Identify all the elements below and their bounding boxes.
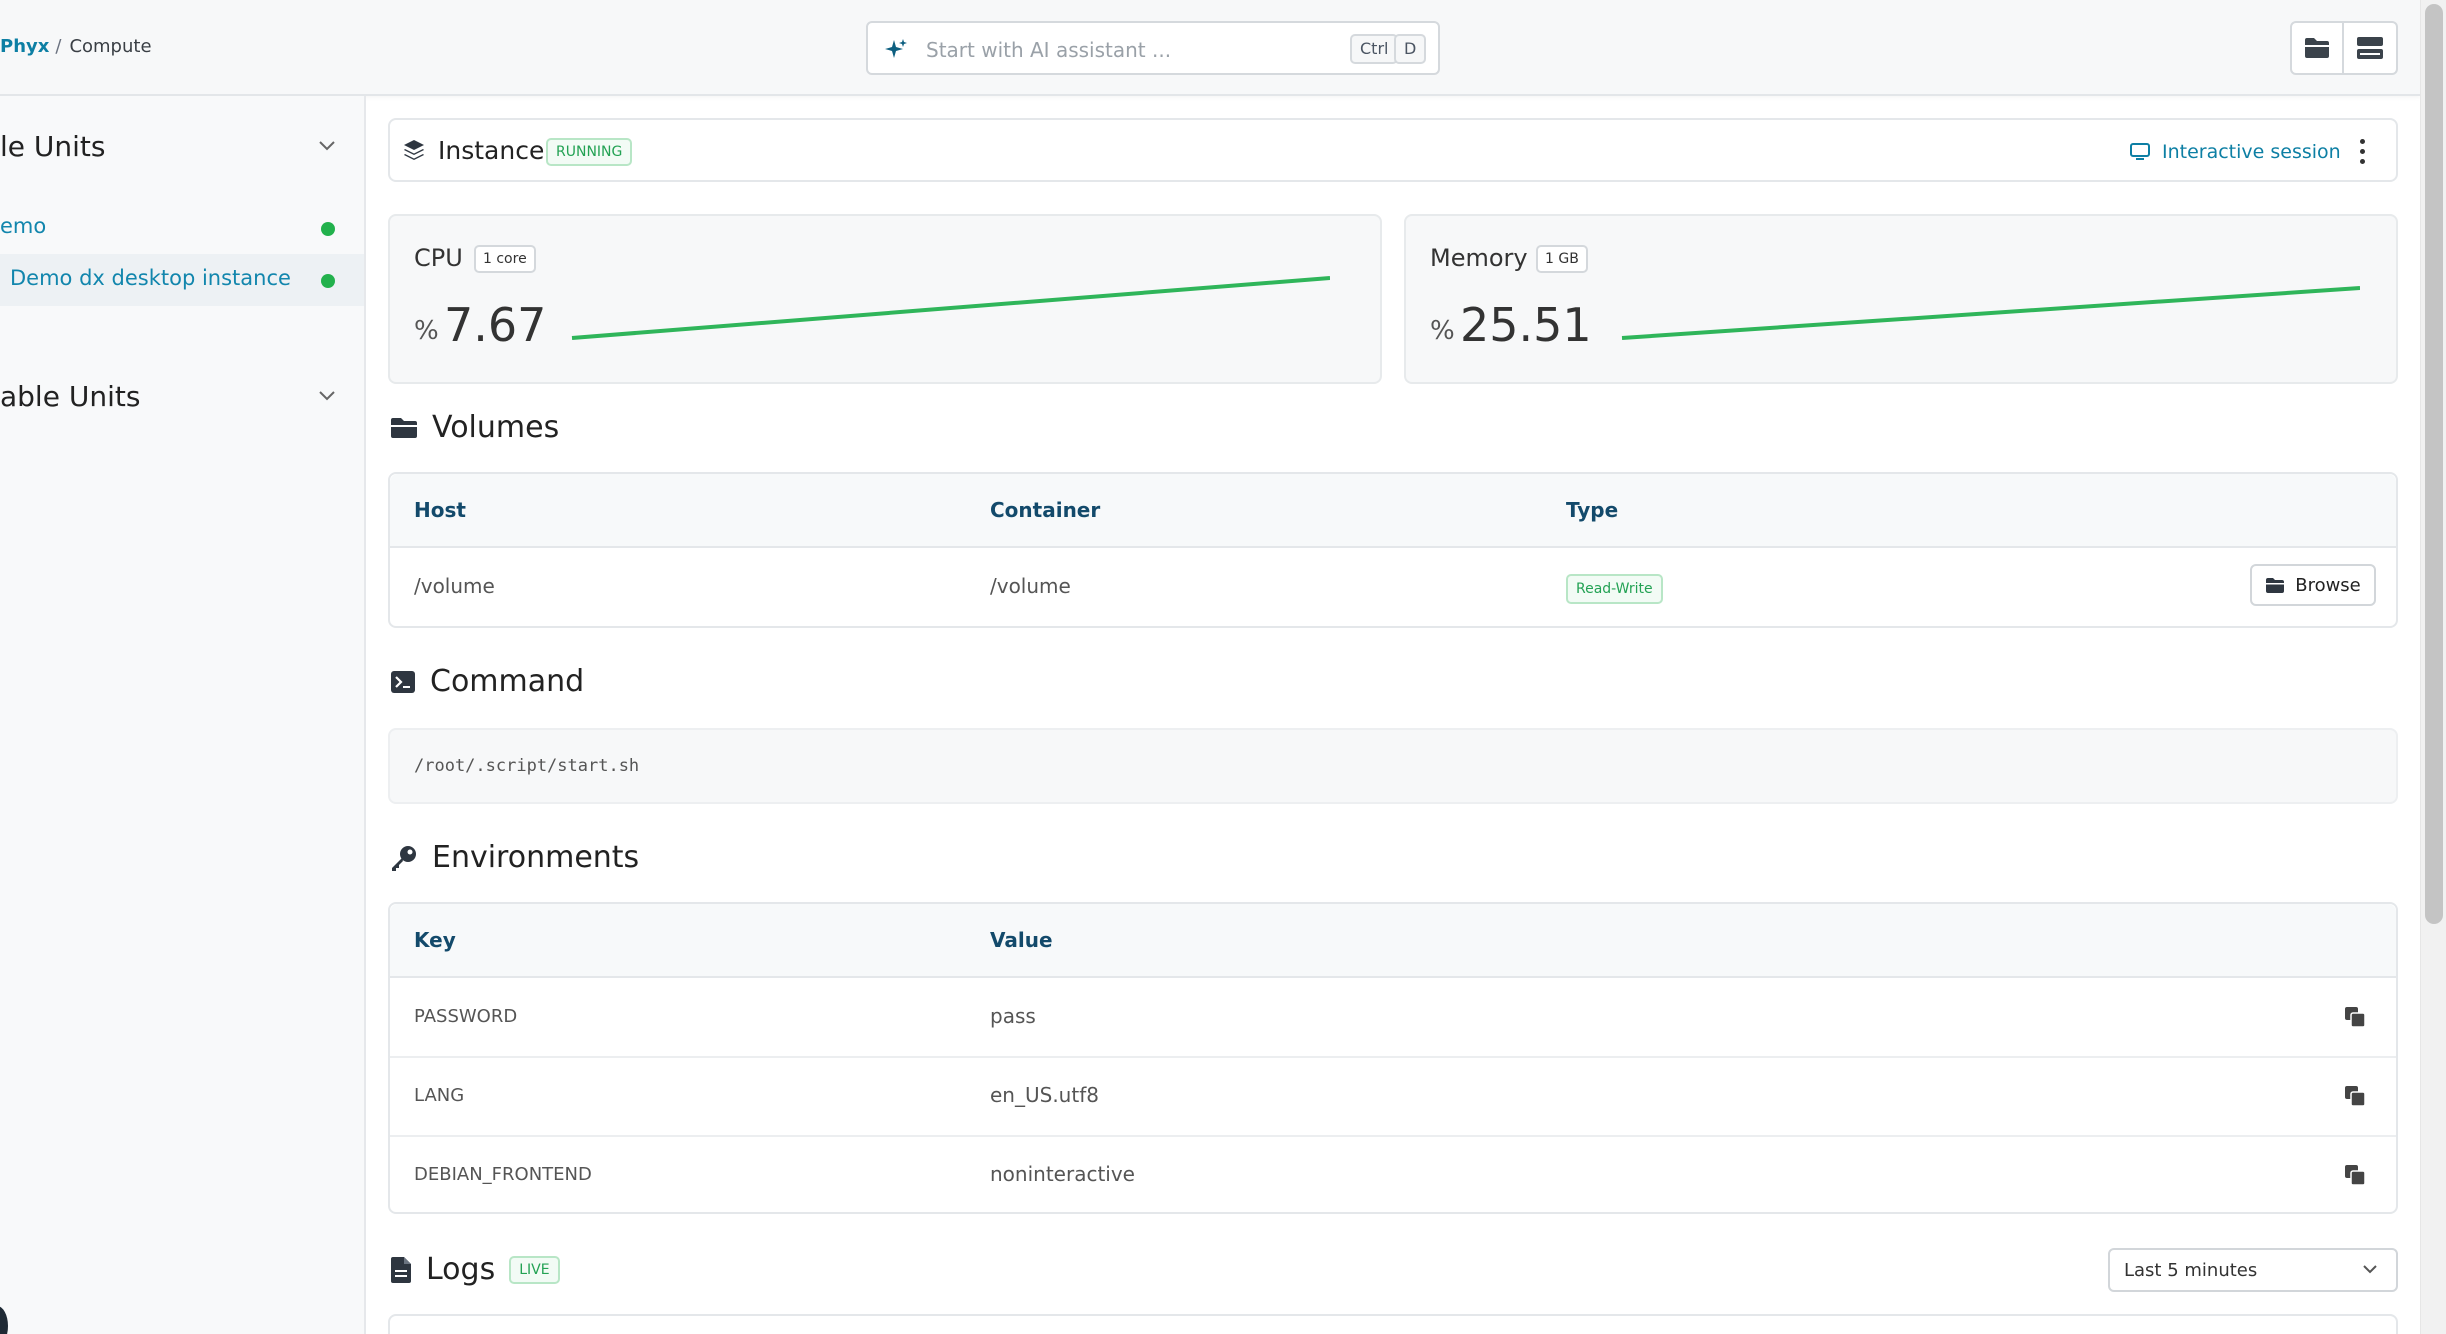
interactive-session-link[interactable]: Interactive session (2130, 138, 2341, 166)
interactive-session-label: Interactive session (2162, 141, 2341, 163)
table-header: Key Value (390, 904, 2396, 978)
metric-name: Memory (1430, 244, 1528, 272)
instance-title: Instance (438, 136, 545, 165)
status-dot (321, 222, 335, 236)
command-heading: Command (390, 664, 584, 699)
breadcrumb: Phyx / Compute (0, 36, 152, 57)
scrollbar-thumb[interactable] (2425, 4, 2443, 924)
terminal-icon (390, 670, 416, 694)
sidebar-item-unit[interactable]: emo (0, 202, 364, 254)
sidebar-group-title[interactable]: able Units (0, 380, 140, 413)
browse-button-label: Browse (2295, 574, 2361, 596)
scrollbar[interactable] (2420, 0, 2446, 1334)
memory-sparkline (1621, 286, 2360, 340)
section-title: Logs (426, 1252, 496, 1287)
chevron-down-icon (2362, 1264, 2378, 1274)
sparkle-icon (884, 38, 908, 62)
storage-icon (2356, 36, 2384, 60)
more-options-button[interactable] (2352, 134, 2372, 168)
volume-host: /volume (414, 574, 495, 598)
section-title: Volumes (432, 410, 560, 445)
chevron-down-icon[interactable] (318, 140, 336, 152)
sidebar: le Units emo Demo dx desktop instance ab… (0, 96, 366, 1334)
environments-heading: Environments (390, 840, 639, 875)
live-badge: LIVE (509, 1255, 560, 1284)
metric-value: 7.67 (444, 298, 547, 352)
cpu-metric-card: CPU 1 core % 7.67 (388, 214, 1382, 384)
folder-icon (2304, 37, 2330, 59)
breadcrumb-separator: / (55, 36, 62, 57)
sidebar-item-label: Demo dx desktop instance (10, 266, 291, 290)
document-icon (390, 1256, 412, 1284)
env-key: PASSWORD (414, 1006, 518, 1027)
metric-name: CPU (414, 244, 463, 272)
browse-button[interactable]: Browse (2250, 564, 2376, 606)
breadcrumb-brand-link[interactable]: Phyx (0, 36, 49, 57)
shortcut-ctrl-key: Ctrl (1350, 34, 1399, 64)
sidebar-group-title[interactable]: le Units (0, 130, 106, 163)
row-divider (390, 1056, 2396, 1058)
log-range-select[interactable]: Last 5 minutes (2108, 1248, 2398, 1292)
metric-unit: % (1430, 316, 1455, 346)
volumes-heading: Volumes (390, 410, 559, 445)
env-value: noninteractive (990, 1162, 1135, 1186)
section-title: Command (430, 664, 585, 699)
kebab-dot (2359, 149, 2365, 154)
sidebar-item-demo-dx-desktop-instance[interactable]: Demo dx desktop instance (0, 254, 364, 306)
kebab-dot (2359, 159, 2365, 164)
shortcut-d-key: D (1394, 34, 1427, 64)
env-key: DEBIAN_FRONTEND (414, 1164, 592, 1185)
instance-header: Instance RUNNING Interactive session (388, 118, 2398, 182)
folder-icon (2265, 577, 2285, 594)
copy-icon[interactable] (2344, 1085, 2368, 1109)
top-bar: Phyx / Compute Start with AI assistant ...… (0, 0, 2420, 96)
search-placeholder: Start with AI assistant ... (926, 38, 1172, 62)
volumes-table: Host Container Type /volume /volume Read… (388, 472, 2398, 628)
volume-container: /volume (990, 574, 1071, 598)
row-divider (390, 1135, 2396, 1137)
metric-badge: 1 core (474, 245, 536, 273)
env-value: en_US.utf8 (990, 1083, 1099, 1107)
files-button[interactable] (2290, 21, 2344, 75)
breadcrumb-current: Compute (69, 36, 152, 57)
folder-icon (390, 416, 418, 440)
column-header: Container (990, 498, 1101, 522)
storage-button[interactable] (2344, 21, 2398, 75)
column-header: Type (1566, 498, 1619, 522)
cpu-sparkline (571, 276, 1330, 340)
column-header: Value (990, 928, 1053, 952)
key-icon (390, 844, 418, 872)
copy-icon[interactable] (2344, 1006, 2368, 1030)
command-value: /root/.script/start.sh (414, 756, 640, 776)
status-badge: RUNNING (546, 138, 633, 166)
column-header: Host (414, 498, 466, 522)
monitor-icon (2130, 143, 2150, 161)
metric-badge: 1 GB (1536, 245, 1588, 273)
environments-table: Key Value PASSWORD pass LANG en_US.utf8 … (388, 902, 2398, 1214)
env-key: LANG (414, 1085, 465, 1106)
kebab-dot (2359, 139, 2365, 144)
status-dot (321, 274, 335, 288)
log-range-value: Last 5 minutes (2124, 1260, 2258, 1281)
logs-panel (388, 1314, 2398, 1334)
copy-icon[interactable] (2344, 1164, 2368, 1188)
layers-icon (402, 138, 426, 162)
metric-value: 25.51 (1460, 298, 1592, 352)
logs-heading: Logs LIVE (390, 1252, 560, 1287)
column-header: Key (414, 928, 456, 952)
metric-unit: % (414, 316, 439, 346)
chevron-down-icon[interactable] (318, 390, 336, 402)
ai-assistant-search[interactable]: Start with AI assistant ... Ctrl D (866, 21, 1440, 75)
memory-metric-card: Memory 1 GB % 25.51 (1404, 214, 2398, 384)
table-header: Host Container Type (390, 474, 2396, 548)
command-box: /root/.script/start.sh (388, 728, 2398, 804)
env-value: pass (990, 1004, 1036, 1028)
volume-type-badge: Read-Write (1566, 574, 1663, 604)
sidebar-item-label: emo (0, 214, 47, 238)
section-title: Environments (432, 840, 640, 875)
